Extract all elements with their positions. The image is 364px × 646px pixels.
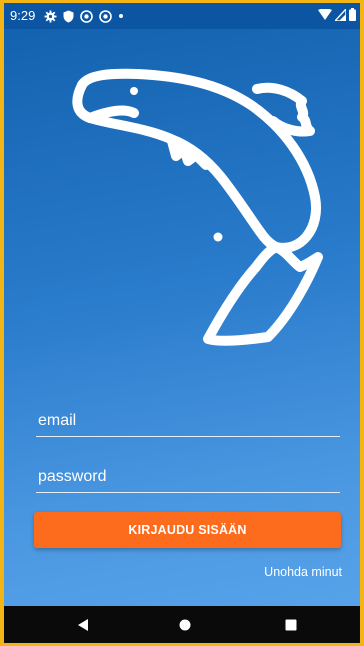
vpn-icon	[99, 9, 112, 23]
signal-icon	[335, 8, 346, 21]
login-button[interactable]: KIRJAUDU SISÄÄN	[34, 512, 341, 548]
gear-icon	[44, 10, 57, 22]
back-icon[interactable]	[76, 618, 90, 632]
forgot-me-link[interactable]: Unohda minut	[264, 565, 342, 579]
status-time: 9:29	[10, 8, 36, 23]
battery-icon	[349, 8, 356, 21]
status-icons-right	[318, 8, 356, 21]
app-screen: 9:29 email KIRJAUDU SISÄÄN Unohda minut	[4, 3, 360, 643]
status-icons-left	[44, 8, 124, 24]
dot-icon	[119, 14, 123, 18]
recent-apps-icon[interactable]	[285, 619, 297, 631]
status-bar: 9:29	[4, 3, 360, 29]
email-field[interactable]	[36, 406, 340, 437]
shield-icon	[63, 10, 74, 22]
home-icon[interactable]	[179, 619, 191, 631]
wifi-icon	[318, 8, 332, 20]
navigation-bar	[4, 606, 360, 643]
vpn-icon	[80, 9, 93, 23]
fish-logo-icon	[72, 68, 323, 346]
password-field[interactable]	[36, 462, 340, 493]
